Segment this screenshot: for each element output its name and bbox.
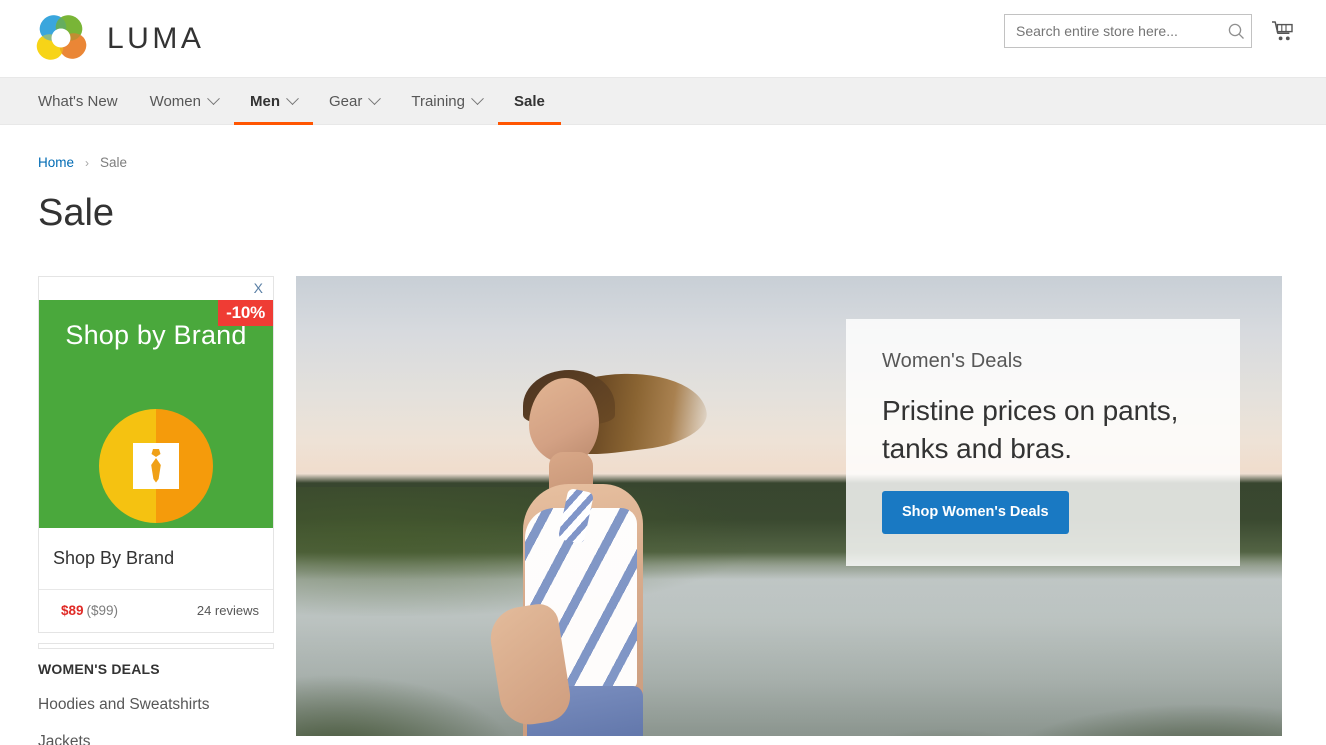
sidebar-link-hoodies-and-sweatshirts[interactable]: Hoodies and Sweatshirts (38, 696, 274, 714)
nav-item-gear[interactable]: Gear (313, 78, 395, 124)
chevron-down-icon (286, 91, 299, 105)
chevron-down-icon (368, 91, 382, 105)
site-header: LUMA (0, 0, 1326, 77)
nav-item-training[interactable]: Training (395, 78, 498, 124)
search-icon[interactable] (1224, 19, 1248, 43)
breadcrumb-current: Sale (100, 155, 128, 170)
promo-price-row: $89 ($99) 24 reviews (39, 590, 273, 632)
close-icon[interactable]: X (254, 281, 263, 295)
breadcrumb-home-link[interactable]: Home (38, 155, 74, 170)
chevron-right-icon: › (85, 155, 90, 170)
promo-card-topbar: X (39, 277, 273, 300)
breadcrumb: Home › Sale (38, 155, 1326, 170)
brand-name: LUMA (107, 21, 205, 55)
price-group: $89 ($99) (61, 603, 118, 618)
nav-label: What's New (38, 92, 118, 110)
hero-overlay-panel: Women's Deals Pristine prices on pants, … (846, 318, 1240, 566)
nav-item-sale[interactable]: Sale (497, 78, 561, 125)
price-original: ($99) (86, 602, 119, 618)
sidebar: X -10% Shop by Brand Shop By Brand $89 (… (38, 275, 274, 745)
hero-foreground-grass (296, 545, 1282, 736)
hero-eyebrow: Women's Deals (882, 349, 1023, 372)
nav-label: Women (149, 92, 201, 110)
hero-runner-figure (471, 356, 771, 736)
shopping-cart-icon[interactable] (1268, 15, 1298, 47)
promo-card-visual: -10% Shop by Brand (39, 299, 273, 528)
nav-item-women[interactable]: Women (134, 78, 234, 124)
price-current: $89 (61, 602, 84, 618)
search-box (1004, 14, 1252, 48)
nav-item-men[interactable]: Men (233, 78, 313, 125)
nav-item-whats-new[interactable]: What's New (33, 78, 134, 124)
brand-circle (99, 408, 213, 523)
discount-badge: -10% (218, 299, 273, 326)
sidebar-divider[interactable] (38, 642, 274, 649)
hero-headline: Pristine prices on pants, tanks and bras… (882, 394, 1179, 465)
page-content: X -10% Shop by Brand Shop By Brand $89 (… (0, 275, 1326, 745)
nav-label: Sale (513, 92, 545, 110)
search-input[interactable] (1004, 14, 1252, 48)
nav-label: Gear (328, 92, 363, 110)
sidebar-category-heading: WOMEN'S DEALS (38, 660, 160, 677)
promo-product-name: Shop By Brand (39, 528, 273, 590)
luma-flower-logo-icon (33, 12, 89, 66)
shop-womens-deals-button[interactable]: Shop Women's Deals (882, 490, 1069, 534)
main-navigation: What's New Women Men Gear Training Sale (0, 77, 1326, 125)
hero-banner[interactable]: Women's Deals Pristine prices on pants, … (296, 275, 1282, 736)
chevron-down-icon (471, 91, 484, 105)
necktie-icon (133, 442, 179, 489)
brand-logo[interactable]: LUMA (33, 12, 204, 66)
header-actions (1004, 14, 1298, 48)
sidebar-link-jackets[interactable]: Jackets (38, 733, 274, 745)
promo-product-card[interactable]: X -10% Shop by Brand Shop By Brand $89 (… (38, 275, 274, 633)
nav-label: Training (411, 92, 465, 110)
nav-label: Men (249, 92, 280, 110)
chevron-down-icon (207, 91, 220, 105)
review-count: 24 reviews (196, 602, 259, 618)
page-title: Sale (38, 192, 115, 234)
